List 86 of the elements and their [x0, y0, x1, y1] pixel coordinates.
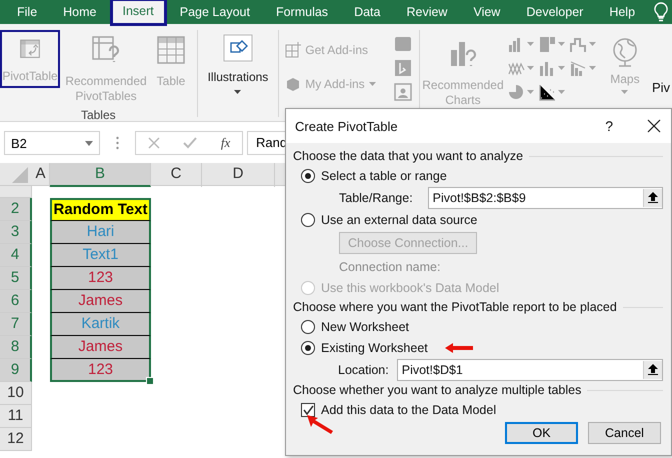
radio-button[interactable]	[301, 340, 315, 354]
table-cell[interactable]: James	[50, 290, 151, 313]
checkbox-label[interactable]: Add this data to the Data Model	[321, 402, 496, 416]
row-header[interactable]: 2	[0, 198, 32, 221]
field-value: Pivot!$D$1	[402, 362, 463, 376]
caret-icon[interactable]	[558, 42, 565, 46]
radio-label[interactable]: Existing Worksheet	[321, 340, 428, 354]
radio-button[interactable]	[301, 168, 315, 182]
caret-icon[interactable]	[85, 140, 93, 146]
caret-icon[interactable]	[588, 42, 596, 46]
row-header[interactable]: 8	[0, 336, 32, 359]
table-grid-icon	[155, 34, 187, 66]
lightbulb-icon[interactable]	[654, 2, 668, 22]
fill-handle[interactable]	[146, 377, 154, 385]
caret-icon[interactable]	[526, 42, 534, 46]
dialog-title: Create PivotTable	[295, 118, 399, 134]
row-header[interactable]: 9	[0, 359, 32, 382]
grid-plus-icon	[285, 42, 302, 58]
radio-label[interactable]: Use an external data source	[321, 212, 478, 226]
ribbon-tab[interactable]: View	[460, 0, 514, 24]
table-cell[interactable]: 123	[50, 359, 151, 382]
ribbon-tab[interactable]: Review	[393, 0, 460, 24]
caret-icon	[621, 90, 628, 94]
caret-icon	[234, 90, 242, 94]
ribbon-tab[interactable]: Insert	[110, 0, 167, 26]
row-header[interactable]: 5	[0, 267, 32, 290]
cancel-button[interactable]: Cancel	[588, 422, 661, 444]
field-label: Table/Range:	[339, 190, 413, 204]
row-header[interactable]: 3	[0, 221, 32, 244]
ribbon-tab[interactable]: Data	[341, 0, 394, 24]
field-label: Location:	[338, 362, 389, 376]
checkbox[interactable]	[301, 402, 315, 416]
cell-reference: B2	[11, 136, 27, 150]
connection-name-label: Connection name:	[339, 260, 440, 274]
shapes-icon	[222, 34, 253, 62]
caret-icon[interactable]	[526, 90, 534, 94]
field-value: Pivot!$B$2:$B$9	[432, 190, 526, 204]
row-header[interactable]: 11	[0, 405, 32, 428]
cancel-icon[interactable]	[148, 137, 160, 149]
checkmark-icon	[302, 404, 314, 414]
help-button[interactable]: ?	[605, 118, 613, 134]
range-field[interactable]: Pivot!$D$1	[396, 358, 663, 380]
ribbon-tab[interactable]: Formulas	[262, 0, 342, 24]
row-header[interactable]: 6	[0, 290, 32, 313]
table-cell[interactable]: 123	[50, 267, 151, 290]
caret-icon[interactable]	[558, 66, 565, 70]
row-header[interactable]: 4	[0, 244, 32, 267]
radio-label[interactable]: New Worksheet	[321, 320, 409, 334]
row-header[interactable]: 12	[0, 428, 32, 451]
section-heading: Choose whether you want to analyze multiple tables	[293, 383, 582, 397]
group-label: Tables	[80, 108, 117, 122]
column-header[interactable]: B	[50, 163, 151, 187]
row-header[interactable]	[0, 186, 32, 198]
radio-label[interactable]: Select a table or range	[321, 168, 447, 182]
up-arrow-icon	[648, 192, 658, 203]
name-box[interactable]: B2	[4, 131, 100, 155]
caret-icon[interactable]	[558, 90, 565, 94]
illustrations-button[interactable]: Illustrations	[202, 30, 274, 117]
ribbon-tab[interactable]: Home	[50, 0, 110, 24]
section-heading: Choose the data that you want to analyze	[293, 149, 524, 163]
ribbon-tab[interactable]: Help	[596, 0, 648, 24]
ok-button[interactable]: OK	[505, 422, 578, 444]
ribbon-tab[interactable]: Developer	[513, 0, 596, 24]
cube-icon	[285, 76, 302, 92]
header-cell[interactable]: Random Text	[50, 198, 151, 221]
row-header[interactable]: 7	[0, 313, 32, 336]
ribbon-tab[interactable]: Page Layout	[166, 0, 263, 24]
section-heading: Choose where you want the PivotTable report to be placed	[293, 300, 617, 314]
ribbon-tab[interactable]: File	[4, 0, 50, 24]
caret-icon[interactable]	[588, 66, 596, 70]
caret-icon	[368, 82, 376, 86]
column-header[interactable]: D	[202, 163, 275, 187]
collapse-button[interactable]	[643, 360, 662, 378]
up-arrow-icon	[648, 364, 658, 375]
table-cell[interactable]: James	[50, 336, 151, 359]
radio-button[interactable]	[301, 320, 315, 334]
check-icon[interactable]	[183, 137, 198, 149]
grip-icon	[116, 136, 119, 150]
insert-function-button[interactable]: fx	[220, 135, 230, 151]
radio-button[interactable]	[301, 212, 315, 226]
caret-icon[interactable]	[526, 66, 534, 70]
row-header[interactable]: 10	[0, 382, 32, 405]
collapse-button[interactable]	[643, 188, 662, 206]
range-field[interactable]: Pivot!$B$2:$B$9	[428, 186, 663, 208]
column-header[interactable]: C	[151, 163, 202, 187]
close-icon[interactable]	[647, 119, 661, 133]
